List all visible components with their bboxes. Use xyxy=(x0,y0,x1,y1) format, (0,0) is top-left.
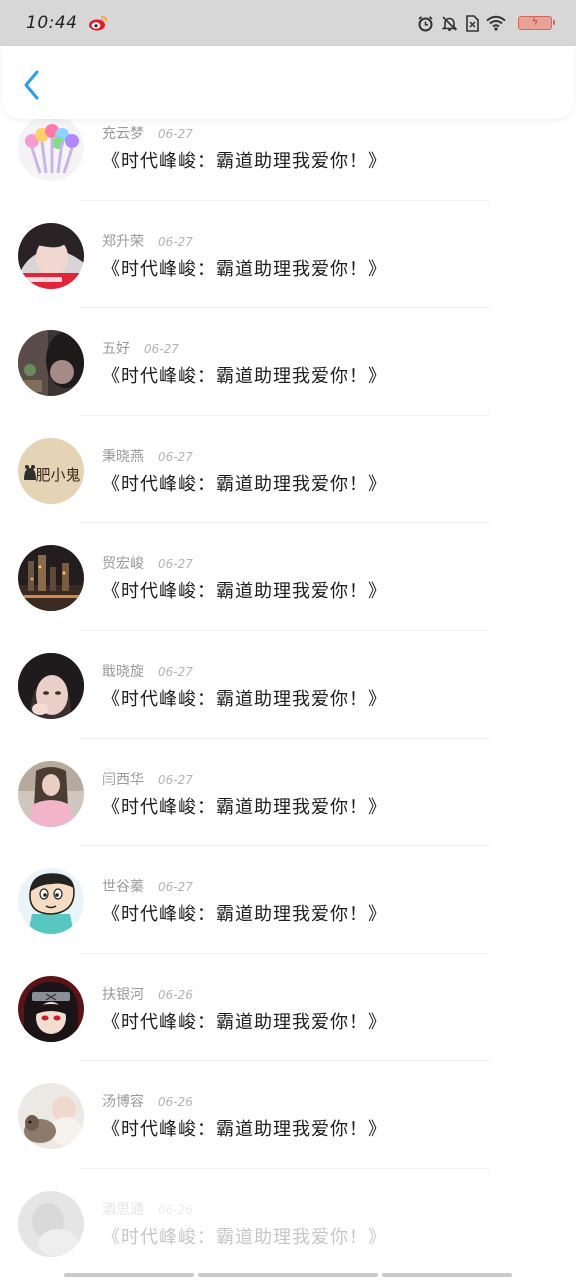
back-button[interactable] xyxy=(18,68,48,102)
message-date: 06-27 xyxy=(158,772,193,787)
message-text: 《时代峰峻：霸道助理我爱你！》 xyxy=(102,473,387,495)
list-item[interactable]: 酒思通 06-26 《时代峰峻：霸道助理我爱你！》 xyxy=(0,1169,576,1270)
avatar[interactable] xyxy=(18,1190,84,1257)
message-date: 06-27 xyxy=(144,342,179,357)
sender-name: 秉晓燕 xyxy=(102,448,144,465)
sender-line: 戢晓旋 06-27 xyxy=(102,661,193,681)
alarm-icon xyxy=(417,15,434,32)
message-date: 06-26 xyxy=(158,987,193,1002)
home-indicator xyxy=(198,1273,378,1277)
avatar[interactable] xyxy=(18,119,84,181)
list-item[interactable]: 五好 06-27 《时代峰峻：霸道助理我爱你！》 xyxy=(0,308,576,416)
list-item[interactable]: 肥小鬼 秉晓燕 06-27 《时代峰峻：霸道助理我爱你！》 xyxy=(0,416,576,524)
message-date: 06-26 xyxy=(158,1095,193,1110)
sender-name: 世谷蓁 xyxy=(102,879,144,896)
sender-line: 贸宏峻 06-27 xyxy=(102,553,193,573)
message-text: 《时代峰峻：霸道助理我爱你！》 xyxy=(102,258,387,280)
message-text: 《时代峰峻：霸道助理我爱你！》 xyxy=(102,1011,387,1033)
home-indicator xyxy=(64,1273,194,1277)
sender-name: 郑升荣 xyxy=(102,233,144,250)
message-date: 06-26 xyxy=(158,1202,193,1217)
battery-icon: ϟ xyxy=(518,16,555,30)
message-text: 《时代峰峻：霸道助理我爱你！》 xyxy=(102,581,387,603)
list-item[interactable]: 汤博容 06-26 《时代峰峻：霸道助理我爱你！》 xyxy=(0,1061,576,1169)
sender-line: 酒思通 06-26 xyxy=(102,1199,193,1219)
list-item[interactable]: 充云梦 06-27 《时代峰峻：霸道助理我爱你！》 xyxy=(0,119,576,201)
message-list[interactable]: 充云梦06-27 《时代峰峻：霸道助理我爱你！》 郑升荣06-27 《时代峰 xyxy=(0,119,576,1270)
avatar[interactable]: 肥小鬼 xyxy=(18,437,84,504)
sender-name: 贸宏峻 xyxy=(102,556,144,573)
avatar[interactable] xyxy=(18,1083,84,1150)
list-item[interactable]: 闫西华 06-27 《时代峰峻：霸道助理我爱你！》 xyxy=(0,739,576,847)
sender-line: 充云梦 06-27 xyxy=(102,123,193,143)
sender-line: 五好 06-27 xyxy=(102,338,179,358)
message-text: 《时代峰峻：霸道助理我爱你！》 xyxy=(102,151,387,172)
message-text: 《时代峰峻：霸道助理我爱你！》 xyxy=(102,1226,387,1248)
chevron-left-icon xyxy=(24,70,39,100)
avatar[interactable] xyxy=(18,330,84,397)
mute-bell-icon xyxy=(441,15,458,32)
top-bar xyxy=(2,46,574,119)
sender-line: 世谷蓁 06-27 xyxy=(102,876,193,896)
avatar[interactable] xyxy=(18,868,84,935)
wifi-icon xyxy=(486,15,506,31)
status-time: 10:44 xyxy=(26,13,78,33)
avatar[interactable] xyxy=(18,975,84,1042)
sender-name: 五好 xyxy=(102,341,130,358)
message-date: 06-27 xyxy=(158,234,193,249)
message-text: 《时代峰峻：霸道助理我爱你！》 xyxy=(102,904,387,926)
message-text: 《时代峰峻：霸道助理我爱你！》 xyxy=(102,366,387,388)
status-bar: 10:44 ϟ xyxy=(0,0,576,46)
message-text: 《时代峰峻：霸道助理我爱你！》 xyxy=(102,688,387,710)
weibo-icon xyxy=(88,15,108,31)
sender-line: 郑升荣 06-27 xyxy=(102,231,193,251)
sender-name: 酒思通 xyxy=(102,1201,144,1218)
sender-line: 闫西华 06-27 xyxy=(102,769,193,789)
message-date: 06-27 xyxy=(158,880,193,895)
sim-off-icon xyxy=(465,14,479,32)
sender-name: 戢晓旋 xyxy=(102,663,144,680)
sender-name: 充云梦 xyxy=(102,126,144,142)
message-date: 06-27 xyxy=(158,557,193,572)
list-item[interactable]: 郑升荣 06-27 《时代峰峻：霸道助理我爱你！》 xyxy=(0,201,576,309)
sender-name: 汤博容 xyxy=(102,1094,144,1111)
list-item[interactable]: 世谷蓁 06-27 《时代峰峻：霸道助理我爱你！》 xyxy=(0,846,576,954)
status-icons: ϟ xyxy=(417,14,555,32)
list-item[interactable]: 戢晓旋 06-27 《时代峰峻：霸道助理我爱你！》 xyxy=(0,631,576,739)
sender-line: 秉晓燕 06-27 xyxy=(102,446,193,466)
home-indicator xyxy=(382,1273,512,1277)
avatar[interactable] xyxy=(18,652,84,719)
list-item[interactable]: 贸宏峻 06-27 《时代峰峻：霸道助理我爱你！》 xyxy=(0,523,576,631)
avatar[interactable] xyxy=(18,222,84,289)
sender-name: 扶银河 xyxy=(102,986,144,1003)
avatar[interactable] xyxy=(18,545,84,612)
avatar-text: 肥小鬼 xyxy=(35,466,80,484)
message-date: 06-27 xyxy=(158,449,193,464)
message-date: 06-27 xyxy=(158,664,193,679)
sender-line: 扶银河 06-26 xyxy=(102,984,193,1004)
list-item[interactable]: 扶银河 06-26 《时代峰峻：霸道助理我爱你！》 xyxy=(0,954,576,1062)
message-text: 《时代峰峻：霸道助理我爱你！》 xyxy=(102,1119,387,1141)
message-date: 06-27 xyxy=(158,127,193,141)
avatar[interactable] xyxy=(18,760,84,827)
message-text: 《时代峰峻：霸道助理我爱你！》 xyxy=(102,796,387,818)
sender-name: 闫西华 xyxy=(102,771,144,788)
sender-line: 汤博容 06-26 xyxy=(102,1091,193,1111)
